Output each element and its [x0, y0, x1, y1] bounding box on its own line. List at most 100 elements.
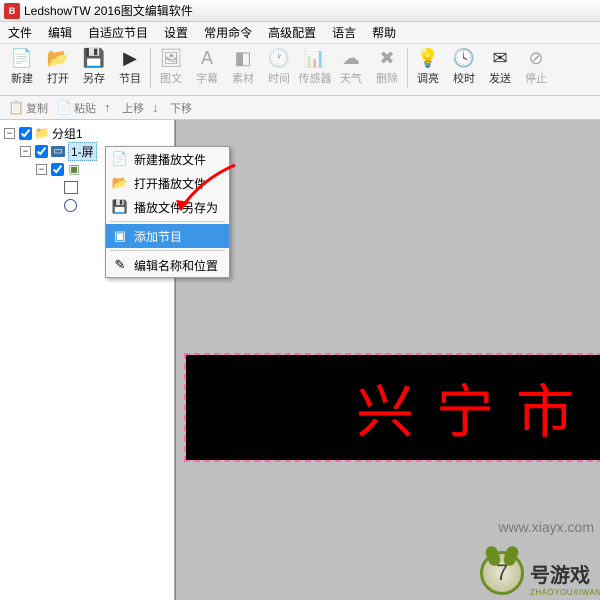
- subtool-icon: 📄: [56, 100, 72, 116]
- tool-icon: 🖼: [159, 46, 183, 70]
- tool-icon: 💡: [416, 46, 440, 70]
- program-icon: ▣: [110, 227, 130, 245]
- ctx-add-program[interactable]: ▣ 添加节目: [106, 224, 229, 248]
- app-icon: B: [4, 3, 20, 19]
- tool-时间: 🕐时间: [261, 46, 297, 86]
- collapse-icon[interactable]: −: [20, 146, 31, 157]
- subtool-icon: ↑: [104, 100, 120, 116]
- tool-字幕: A字幕: [189, 46, 225, 86]
- tool-图文: 🖼图文: [153, 46, 189, 86]
- subtool-复制[interactable]: 📋复制: [4, 100, 52, 116]
- tool-icon: ▶: [118, 46, 142, 70]
- tool-节目[interactable]: ▶节目: [112, 46, 148, 86]
- calendar-icon: [64, 181, 78, 194]
- tree-checkbox[interactable]: [51, 163, 64, 176]
- led-display-area[interactable]: 兴宁市: [186, 355, 600, 460]
- edit-icon: ✎: [110, 256, 130, 274]
- menu-language[interactable]: 语言: [324, 24, 364, 41]
- subtool-icon: ↓: [152, 100, 168, 116]
- tool-传感器: 📊传感器: [297, 46, 333, 86]
- tool-icon: 📄: [10, 46, 34, 70]
- tool-校时[interactable]: 🕓校时: [446, 46, 482, 86]
- menu-help[interactable]: 帮助: [364, 24, 404, 41]
- ctx-open-play-file[interactable]: 📂 打开播放文件: [106, 171, 229, 195]
- tool-打开[interactable]: 📂打开: [40, 46, 76, 86]
- tool-icon: ✉: [488, 46, 512, 70]
- tool-删除: ✖删除: [369, 46, 405, 86]
- tool-label: 天气: [340, 70, 362, 86]
- titlebar: B LedshowTW 2016图文编辑软件: [0, 0, 600, 22]
- ctx-new-play-file[interactable]: 📄 新建播放文件: [106, 147, 229, 171]
- tree-screen-label: 1-屏: [68, 142, 97, 161]
- separator: [110, 221, 225, 222]
- tool-label: 校时: [453, 70, 475, 86]
- tool-icon: ✖: [375, 46, 399, 70]
- tool-icon: ◧: [231, 46, 255, 70]
- tool-label: 字幕: [196, 70, 218, 86]
- subtool-label: 复制: [26, 100, 48, 116]
- collapse-icon[interactable]: −: [36, 164, 47, 175]
- led-text: 兴宁市: [356, 365, 596, 449]
- screen-icon: ▭: [50, 144, 66, 158]
- subtoolbar: 📋复制📄粘贴↑上移↓下移: [0, 96, 600, 120]
- tree-checkbox[interactable]: [19, 127, 32, 140]
- tool-label: 删除: [376, 70, 398, 86]
- save-icon: 💾: [110, 198, 130, 216]
- tool-label: 时间: [268, 70, 290, 86]
- subtool-粘贴[interactable]: 📄粘贴: [52, 100, 100, 116]
- tool-icon: ☁: [339, 46, 363, 70]
- clock-icon: [64, 199, 77, 212]
- ctx-label: 添加节目: [134, 228, 182, 245]
- menu-commands[interactable]: 常用命令: [196, 24, 260, 41]
- tool-icon: 🕐: [267, 46, 291, 70]
- menu-settings[interactable]: 设置: [156, 24, 196, 41]
- menu-edit[interactable]: 编辑: [40, 24, 80, 41]
- tool-新建[interactable]: 📄新建: [4, 46, 40, 86]
- folder-icon: 📁: [34, 126, 50, 140]
- ctx-label: 播放文件另存为: [134, 199, 218, 216]
- tool-label: 另存: [83, 70, 105, 86]
- separator: [110, 250, 225, 251]
- tool-icon: 💾: [82, 46, 106, 70]
- tool-调亮[interactable]: 💡调亮: [410, 46, 446, 86]
- ctx-save-as-play-file[interactable]: 💾 播放文件另存为: [106, 195, 229, 219]
- tool-label: 新建: [11, 70, 33, 86]
- tool-label: 调亮: [417, 70, 439, 86]
- tree-root[interactable]: − 📁 分组1: [2, 124, 172, 142]
- tool-另存[interactable]: 💾另存: [76, 46, 112, 86]
- subtool-label: 下移: [170, 100, 192, 116]
- subtool-label: 粘贴: [74, 100, 96, 116]
- menubar: 文件 编辑 自适应节目 设置 常用命令 高级配置 语言 帮助: [0, 22, 600, 44]
- tool-label: 节目: [119, 70, 141, 86]
- tool-label: 图文: [160, 70, 182, 86]
- collapse-icon[interactable]: −: [4, 128, 15, 139]
- app-title: LedshowTW 2016图文编辑软件: [24, 2, 193, 19]
- menu-file[interactable]: 文件: [0, 24, 40, 41]
- watermark-text: 号游戏: [530, 559, 590, 588]
- tool-icon: A: [195, 46, 219, 70]
- tool-停止: ⊘停止: [518, 46, 554, 86]
- ctx-label: 新建播放文件: [134, 151, 206, 168]
- subtool-icon: 📋: [8, 100, 24, 116]
- watermark-logo: 7 号游戏 ZHAOYOUXIWANG: [480, 551, 590, 595]
- tool-素材: ◧素材: [225, 46, 261, 86]
- toolbar: 📄新建📂打开💾另存▶节目🖼图文A字幕◧素材🕐时间📊传感器☁天气✖删除💡调亮🕓校时…: [0, 44, 600, 96]
- tool-icon: 📊: [303, 46, 327, 70]
- file-icon: 📄: [110, 150, 130, 168]
- ctx-edit-name-position[interactable]: ✎ 编辑名称和位置: [106, 253, 229, 277]
- subtool-下移[interactable]: ↓下移: [148, 100, 196, 116]
- watermark-sub: ZHAOYOUXIWANG: [530, 588, 600, 597]
- menu-adaptive[interactable]: 自适应节目: [80, 24, 156, 41]
- tool-天气: ☁天气: [333, 46, 369, 86]
- menu-advanced[interactable]: 高级配置: [260, 24, 324, 41]
- tree-checkbox[interactable]: [35, 145, 48, 158]
- tool-label: 发送: [489, 70, 511, 86]
- context-menu: 📄 新建播放文件 📂 打开播放文件 💾 播放文件另存为 ▣ 添加节目 ✎ 编辑名…: [105, 146, 230, 278]
- tool-发送[interactable]: ✉发送: [482, 46, 518, 86]
- subtool-上移[interactable]: ↑上移: [100, 100, 148, 116]
- tree-root-label: 分组1: [52, 125, 83, 142]
- subtool-label: 上移: [122, 100, 144, 116]
- tool-icon: 📂: [46, 46, 70, 70]
- ctx-label: 打开播放文件: [134, 175, 206, 192]
- program-icon: ▣: [66, 162, 82, 176]
